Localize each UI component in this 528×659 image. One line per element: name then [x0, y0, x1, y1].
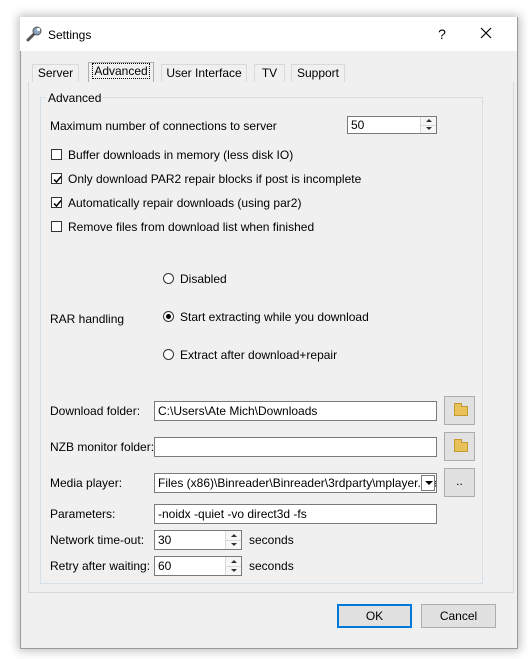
- parameters-input[interactable]: -noidx -quiet -vo direct3d -fs: [154, 504, 437, 524]
- cancel-button[interactable]: Cancel: [421, 604, 496, 628]
- nzb-folder-input[interactable]: [154, 437, 437, 457]
- folder-icon: [454, 403, 468, 416]
- network-timeout-value: 30: [158, 533, 172, 547]
- connections-stepper[interactable]: 50: [347, 116, 437, 134]
- tab-label: Advanced: [92, 63, 150, 79]
- connections-value: 50: [351, 118, 365, 132]
- par2-blocks-checkbox-label: Only download PAR2 repair blocks if post…: [68, 172, 362, 186]
- auto-repair-checkbox-label: Automatically repair downloads (using pa…: [68, 196, 302, 210]
- par2-blocks-checkbox[interactable]: [51, 173, 62, 184]
- download-folder-input[interactable]: C:\Users\Ate Mich\Downloads: [154, 401, 437, 421]
- media-player-browse-button[interactable]: ..: [444, 468, 475, 497]
- media-player-value: Files (x86)\Binreader\Binreader\3rdparty…: [158, 476, 437, 490]
- download-folder-label: Download folder:: [50, 404, 141, 418]
- tab-user-interface[interactable]: User Interface: [161, 64, 247, 82]
- buffer-checkbox-label: Buffer downloads in memory (less disk IO…: [68, 148, 294, 162]
- rar-extract-after-repair-radio[interactable]: [163, 349, 174, 360]
- rar-disabled-radio[interactable]: [163, 273, 174, 284]
- window-title: Settings: [48, 28, 92, 42]
- download-folder-browse-button[interactable]: [444, 396, 475, 425]
- help-button[interactable]: ?: [436, 26, 448, 42]
- buffer-checkbox[interactable]: [51, 149, 62, 160]
- retry-label: Retry after waiting:: [50, 559, 151, 573]
- rar-extract-while-download-radio[interactable]: [163, 311, 174, 322]
- rar-extract-after-repair-label: Extract after download+repair: [180, 348, 338, 362]
- retry-spinner[interactable]: [225, 557, 241, 575]
- radio-dot: [166, 314, 171, 319]
- media-player-select[interactable]: Files (x86)\Binreader\Binreader\3rdparty…: [154, 473, 437, 493]
- network-timeout-unit: seconds: [249, 533, 294, 547]
- ok-button[interactable]: OK: [337, 604, 412, 628]
- spin-down-icon[interactable]: [226, 540, 241, 549]
- tab-server[interactable]: Server: [32, 64, 79, 82]
- network-timeout-stepper[interactable]: 30: [154, 530, 242, 550]
- rar-handling-label: RAR handling: [50, 312, 125, 326]
- retry-value: 60: [158, 559, 172, 573]
- retry-unit: seconds: [249, 559, 294, 573]
- checkmark-icon: [53, 200, 62, 208]
- retry-stepper[interactable]: 60: [154, 556, 242, 576]
- network-timeout-spinner[interactable]: [225, 531, 241, 549]
- remove-files-checkbox-label: Remove files from download list when fin…: [68, 220, 315, 234]
- close-icon[interactable]: [479, 26, 493, 40]
- wrench-icon: [26, 26, 42, 42]
- tab-label: Support: [296, 66, 340, 80]
- tab-label: TV: [261, 66, 278, 80]
- spin-down-icon[interactable]: [421, 125, 436, 133]
- tab-support[interactable]: Support: [291, 64, 345, 82]
- parameters-label: Parameters:: [50, 507, 116, 521]
- rar-disabled-label: Disabled: [180, 272, 227, 286]
- tab-tv[interactable]: TV: [254, 64, 285, 82]
- folder-icon: [454, 439, 468, 452]
- group-title: Advanced: [46, 91, 104, 105]
- chevron-down-icon[interactable]: [421, 475, 435, 491]
- tab-label: Server: [37, 66, 74, 80]
- tab-label: User Interface: [166, 66, 242, 80]
- nzb-folder-browse-button[interactable]: [444, 432, 475, 461]
- rar-extract-while-download-label: Start extracting while you download: [180, 310, 369, 324]
- media-player-label: Media player:: [50, 476, 123, 490]
- nzb-folder-label: NZB monitor folder:: [50, 440, 155, 454]
- remove-files-checkbox[interactable]: [51, 221, 62, 232]
- checkmark-icon: [53, 176, 62, 184]
- spin-down-icon[interactable]: [226, 566, 241, 575]
- network-timeout-label: Network time-out:: [50, 533, 145, 547]
- tab-advanced[interactable]: Advanced: [88, 62, 154, 83]
- auto-repair-checkbox[interactable]: [51, 197, 62, 208]
- connections-spinner[interactable]: [420, 117, 436, 133]
- connections-label: Maximum number of connections to server: [50, 119, 277, 133]
